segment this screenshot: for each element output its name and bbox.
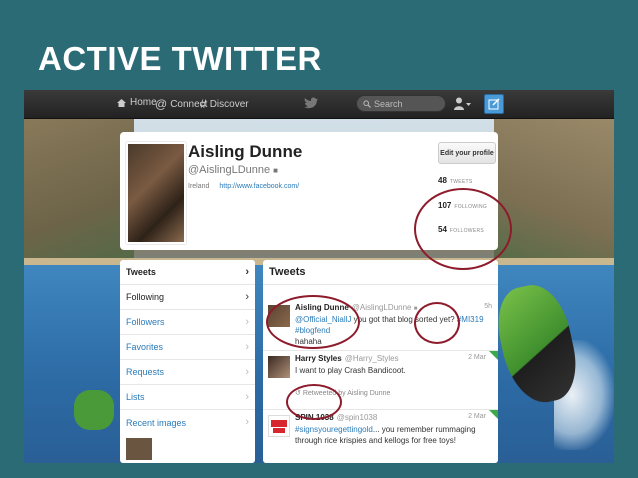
nav-discover-label: Discover [209, 98, 249, 110]
tweet-text: I want to play Crash Bandicoot. [295, 366, 406, 375]
profile-handle: @AislingLDunne ■ [188, 164, 278, 176]
compose-tweet-button[interactable] [484, 94, 504, 114]
annotation-circle-hashtag [414, 302, 460, 344]
chevron-right-icon: › [245, 291, 249, 303]
search-placeholder: Search [374, 98, 403, 109]
stat-tweets[interactable]: 48 TWEETS [438, 176, 473, 185]
lock-icon: ■ [273, 166, 279, 175]
tweet-author-name: Harry Styles [295, 354, 342, 363]
edit-profile-button[interactable]: Edit your profile [438, 142, 496, 164]
sidenav-label: Followers [126, 317, 165, 327]
profile-handle-text: @AislingLDunne [188, 164, 271, 176]
stat-tweets-value: 48 [438, 176, 447, 185]
tweet-time[interactable]: 2 Mar [468, 413, 486, 420]
background-hill-left [24, 114, 134, 274]
retweet-corner-badge [489, 351, 498, 360]
tweet-avatar[interactable] [268, 415, 290, 437]
annotation-circle-retweet [286, 384, 342, 420]
profile-name: Aisling Dunne [188, 142, 303, 161]
twitter-bird-icon[interactable] [304, 96, 320, 109]
chevron-right-icon: › [245, 266, 249, 278]
tweet-author-handle: @spin1038 [336, 413, 378, 422]
user-menu[interactable] [454, 97, 472, 115]
chevron-right-icon: › [245, 416, 249, 428]
retweet-corner-badge [489, 410, 498, 419]
sidenav-label: Favorites [126, 342, 164, 352]
top-nav-bar: Home @ Connect # Discover Search [24, 90, 614, 119]
profile-side-nav: Tweets › Following › Followers › Favorites ›… [120, 260, 255, 463]
profile-location-row: Ireland http://www.facebook.com/ [188, 183, 299, 190]
home-icon [117, 98, 126, 107]
profile-url-link[interactable]: http://www.facebook.com/ [219, 183, 299, 190]
sidenav-item-requests[interactable]: Requests › [120, 360, 255, 385]
sidenav-item-lists[interactable]: Lists › [120, 385, 255, 410]
stat-tweets-label: TWEETS [449, 179, 473, 185]
sidenav-item-recent-images[interactable]: Recent images › [120, 410, 255, 435]
recent-image-thumbnail[interactable] [126, 438, 152, 460]
annotation-circle-mention [266, 295, 360, 349]
hash-icon: # [200, 97, 207, 111]
profile-photo[interactable] [126, 142, 186, 244]
nav-discover[interactable]: # Discover [200, 97, 249, 111]
chevron-right-icon: › [245, 391, 249, 403]
nav-home[interactable]: Home [116, 97, 157, 108]
tweets-panel: Tweets Aisling Dunne @AislingLDunne ■ 5h … [263, 260, 498, 463]
sidenav-label: Lists [126, 392, 145, 402]
twitter-screenshot: Home @ Connect # Discover Search Aisling… [24, 90, 614, 463]
search-input[interactable]: Search [356, 95, 446, 112]
tweet-author[interactable]: Harry Styles @Harry_Styles [295, 354, 399, 363]
tweet-time[interactable]: 2 Mar [468, 354, 486, 361]
sidenav-label: Tweets [126, 267, 156, 277]
tweet-item[interactable]: SPIN 1038 @spin1038 2 Mar #signsyouregett… [263, 410, 498, 463]
sidenav-item-following[interactable]: Following › [120, 285, 255, 310]
background-hill-right [494, 114, 614, 274]
search-icon [363, 99, 371, 108]
chevron-right-icon: › [245, 341, 249, 353]
annotation-circle-stats [414, 188, 512, 270]
user-icon [454, 97, 471, 110]
chevron-right-icon: › [245, 316, 249, 328]
tweet-author-handle: @AislingLDunne [351, 303, 412, 312]
sidenav-label: Requests [126, 367, 165, 377]
tweet-avatar[interactable] [268, 356, 290, 378]
spin-logo-icon [271, 420, 287, 433]
tweet-hashtag-link[interactable]: #signsyouregettingold [295, 425, 373, 434]
tweet-text: #signsyouregettingold... you remember ru… [295, 424, 490, 446]
sidenav-item-followers[interactable]: Followers › [120, 310, 255, 335]
nav-home-label: Home [130, 97, 157, 108]
background-tube-left [74, 390, 114, 430]
at-icon: @ [155, 97, 168, 111]
tweet-author-handle: @Harry_Styles [344, 354, 399, 363]
sidenav-item-tweets[interactable]: Tweets › [120, 260, 255, 285]
slide-title: ACTIVE TWITTER [38, 40, 322, 77]
sidenav-label: Recent images [126, 417, 187, 428]
tweet-time[interactable]: 5h [484, 303, 492, 310]
sidenav-label: Following [126, 292, 165, 302]
chevron-right-icon: › [245, 366, 249, 378]
compose-icon [488, 98, 500, 110]
profile-location: Ireland [188, 183, 210, 190]
sidenav-item-favorites[interactable]: Favorites › [120, 335, 255, 360]
